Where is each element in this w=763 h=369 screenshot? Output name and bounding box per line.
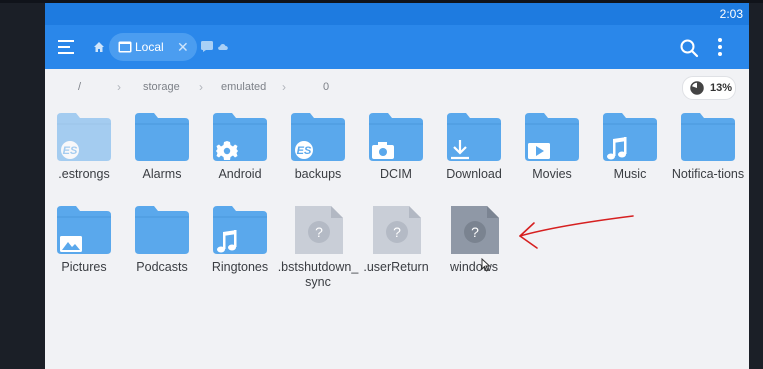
annotation-arrow <box>519 215 634 249</box>
file-manager-screen: 2:03 Local ✕ / › storage › emulated › 0 … <box>45 3 749 369</box>
